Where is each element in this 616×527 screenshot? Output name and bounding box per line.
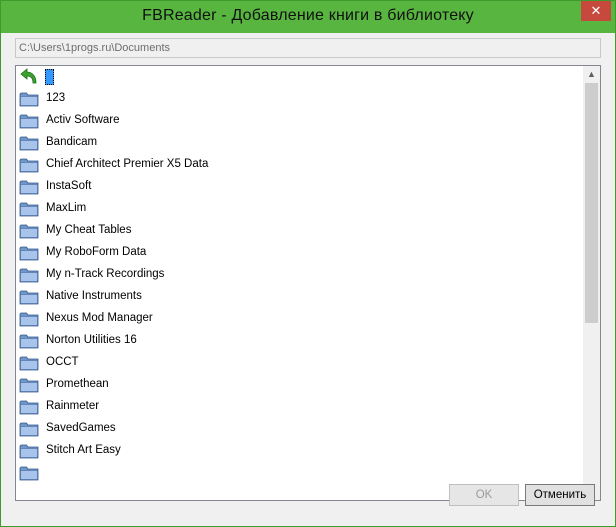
folder-icon	[19, 267, 39, 283]
folder-icon	[19, 311, 39, 327]
folder-label: MaxLim	[46, 202, 87, 214]
vertical-scrollbar[interactable]: ▲ ▼	[583, 66, 600, 500]
parent-folder-row[interactable]	[16, 66, 583, 88]
folder-label: 123	[46, 92, 66, 104]
folder-label: SavedGames	[46, 422, 116, 434]
folder-label: My Cheat Tables	[46, 224, 132, 236]
title-bar[interactable]: FBReader - Добавление книги в библиотеку…	[1, 1, 615, 33]
folder-label: My RoboForm Data	[46, 246, 147, 258]
folder-icon	[19, 421, 39, 437]
path-field: C:\Users\1progs.ru\Documents	[15, 38, 601, 58]
folder-row[interactable]: My RoboForm Data	[16, 242, 583, 264]
folder-label: Norton Utilities 16	[46, 334, 137, 346]
folder-label: Chief Architect Premier X5 Data	[46, 158, 209, 170]
folder-icon	[19, 201, 39, 217]
folder-icon	[19, 223, 39, 239]
folder-label: Promethean	[46, 378, 109, 390]
folder-row[interactable]: My Cheat Tables	[16, 220, 583, 242]
folder-row[interactable]: MaxLim	[16, 198, 583, 220]
folder-list-items: 123 Activ Software Bandicam Chief Architect…	[16, 66, 583, 484]
folder-list[interactable]: 123 Activ Software Bandicam Chief Architect…	[15, 65, 601, 501]
folder-icon	[19, 113, 39, 129]
folder-label: Rainmeter	[46, 400, 100, 412]
folder-icon	[19, 91, 39, 107]
back-arrow-icon[interactable]	[20, 67, 38, 85]
folder-icon	[19, 333, 39, 349]
folder-row[interactable]: OCCT	[16, 352, 583, 374]
folder-icon	[19, 399, 39, 415]
folder-row[interactable]: Activ Software	[16, 110, 583, 132]
folder-row[interactable]: InstaSoft	[16, 176, 583, 198]
cancel-button[interactable]: Отменить	[525, 484, 595, 506]
folder-row[interactable]: Nexus Mod Manager	[16, 308, 583, 330]
dialog-window: FBReader - Добавление книги в библиотеку…	[0, 0, 616, 527]
window-title: FBReader - Добавление книги в библиотеку	[142, 7, 474, 24]
folder-icon	[19, 443, 39, 459]
folder-label: My n-Track Recordings	[46, 268, 165, 280]
folder-row[interactable]	[16, 462, 583, 484]
folder-label: Native Instruments	[46, 290, 142, 302]
folder-label: Stitch Art Easy	[46, 444, 121, 456]
folder-label: Bandicam	[46, 136, 98, 148]
folder-icon	[19, 245, 39, 261]
folder-row[interactable]: 123	[16, 88, 583, 110]
folder-icon	[19, 355, 39, 371]
folder-icon	[19, 289, 39, 305]
folder-label: Nexus Mod Manager	[46, 312, 153, 324]
folder-row[interactable]: Native Instruments	[16, 286, 583, 308]
scrollbar-thumb[interactable]	[585, 83, 598, 323]
folder-label: Activ Software	[46, 114, 120, 126]
folder-icon	[19, 157, 39, 173]
folder-row[interactable]: Norton Utilities 16	[16, 330, 583, 352]
folder-icon	[19, 465, 39, 481]
folder-label: InstaSoft	[46, 180, 92, 192]
scroll-up-arrow-icon[interactable]: ▲	[583, 66, 600, 83]
folder-row[interactable]: Stitch Art Easy	[16, 440, 583, 462]
folder-icon	[19, 179, 39, 195]
folder-label: OCCT	[46, 356, 79, 368]
folder-icon	[19, 377, 39, 393]
folder-row[interactable]: Rainmeter	[16, 396, 583, 418]
folder-row[interactable]: My n-Track Recordings	[16, 264, 583, 286]
folder-row[interactable]: Promethean	[16, 374, 583, 396]
folder-row[interactable]: Chief Architect Premier X5 Data	[16, 154, 583, 176]
close-button[interactable]: ✕	[581, 1, 611, 21]
dialog-body: C:\Users\1progs.ru\Documents 123 Activ So…	[8, 33, 608, 520]
selected-item-highlight[interactable]	[45, 69, 54, 85]
folder-row[interactable]: Bandicam	[16, 132, 583, 154]
folder-row[interactable]: SavedGames	[16, 418, 583, 440]
ok-button[interactable]: OK	[449, 484, 519, 506]
folder-icon	[19, 135, 39, 151]
